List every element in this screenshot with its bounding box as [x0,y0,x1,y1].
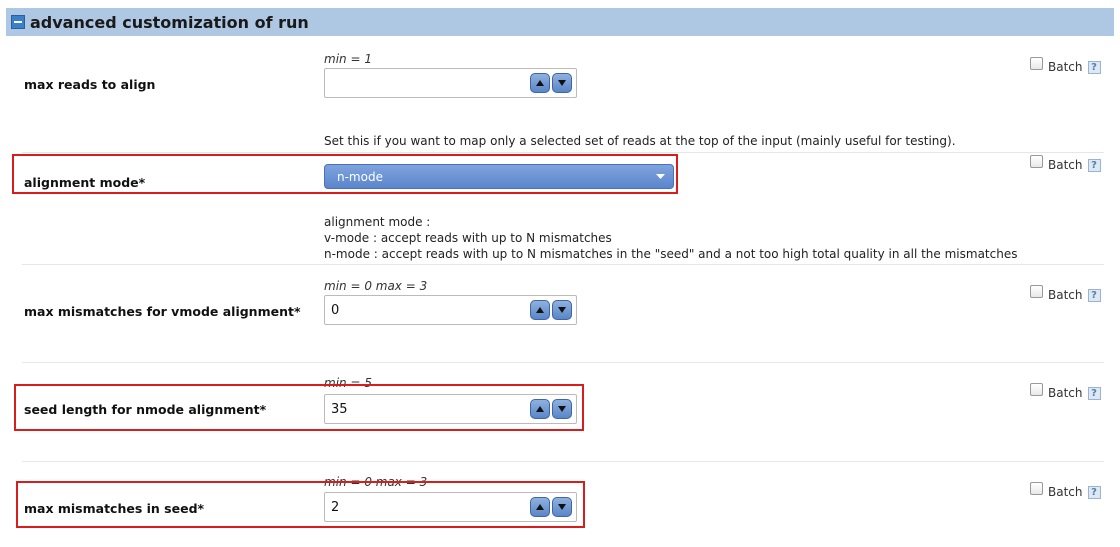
decrement-button[interactable] [552,497,572,517]
help-line: n-mode : accept reads with up to N misma… [324,247,1018,261]
alignment-mode-help: alignment mode : v-mode : accept reads w… [324,214,1017,262]
batch-toggle-seed-length[interactable]: Batch ? [1030,382,1101,400]
arrow-down-icon [558,406,566,412]
row-divider [22,264,1104,265]
increment-button[interactable] [530,73,550,93]
batch-label: Batch [1048,158,1083,172]
batch-checkbox[interactable] [1030,56,1043,70]
help-icon[interactable]: ? [1087,386,1101,400]
arrow-down-icon [558,307,566,313]
section-header[interactable]: advanced customization of run [6,8,1114,36]
help-icon[interactable]: ? [1087,158,1101,172]
max-reads-hint: min = 1 [324,52,372,66]
row-divider [22,152,1104,153]
help-icon[interactable]: ? [1087,485,1101,499]
batch-checkbox[interactable] [1030,154,1043,168]
max-mismatches-vmode-value[interactable]: 0 [331,303,530,318]
decrement-button[interactable] [552,73,572,93]
arrow-up-icon [536,504,544,510]
max-reads-input[interactable] [324,68,577,98]
seed-length-value[interactable]: 35 [331,402,530,417]
increment-button[interactable] [530,300,550,320]
batch-checkbox[interactable] [1030,284,1043,298]
help-icon[interactable]: ? [1087,60,1101,74]
arrow-down-icon [558,80,566,86]
arrow-up-icon [536,307,544,313]
arrow-up-icon [536,80,544,86]
batch-toggle-max-reads[interactable]: Batch ? [1030,56,1101,74]
decrement-button[interactable] [552,399,572,419]
chevron-down-icon [656,174,665,179]
alignment-mode-value: n-mode [337,169,383,184]
help-line: v-mode : accept reads with up to N misma… [324,231,612,245]
alignment-mode-select[interactable]: n-mode [324,164,674,189]
max-mismatches-vmode-hint: min = 0 max = 3 [324,279,428,293]
max-mismatches-seed-value[interactable]: 2 [331,500,530,515]
max-mismatches-seed-input[interactable]: 2 [324,492,577,522]
increment-button[interactable] [530,399,550,419]
batch-toggle-max-mismatches-vmode[interactable]: Batch ? [1030,284,1101,302]
arrow-down-icon [558,504,566,510]
alignment-mode-label: alignment mode* [24,175,146,190]
arrow-up-icon [536,406,544,412]
max-mismatches-seed-label: max mismatches in seed* [24,501,205,516]
increment-button[interactable] [530,497,550,517]
help-line: alignment mode : [324,215,431,229]
row-divider [22,461,1104,462]
section-title: advanced customization of run [30,12,309,32]
max-reads-help: Set this if you want to map only a selec… [324,134,956,148]
collapse-icon[interactable] [11,15,25,29]
batch-label: Batch [1048,485,1083,499]
help-icon[interactable]: ? [1087,288,1101,302]
batch-label: Batch [1048,288,1083,302]
row-divider [22,362,1104,363]
seed-length-input[interactable]: 35 [324,394,577,424]
seed-length-label: seed length for nmode alignment* [24,402,267,417]
batch-toggle-max-mismatches-seed[interactable]: Batch ? [1030,481,1101,499]
batch-label: Batch [1048,60,1083,74]
batch-label: Batch [1048,386,1083,400]
batch-checkbox[interactable] [1030,382,1043,396]
max-mismatches-vmode-label: max mismatches for vmode alignment* [24,304,301,319]
decrement-button[interactable] [552,300,572,320]
batch-checkbox[interactable] [1030,481,1043,495]
max-mismatches-vmode-input[interactable]: 0 [324,295,577,325]
batch-toggle-alignment-mode[interactable]: Batch ? [1030,154,1101,172]
max-reads-label: max reads to align [24,77,156,92]
